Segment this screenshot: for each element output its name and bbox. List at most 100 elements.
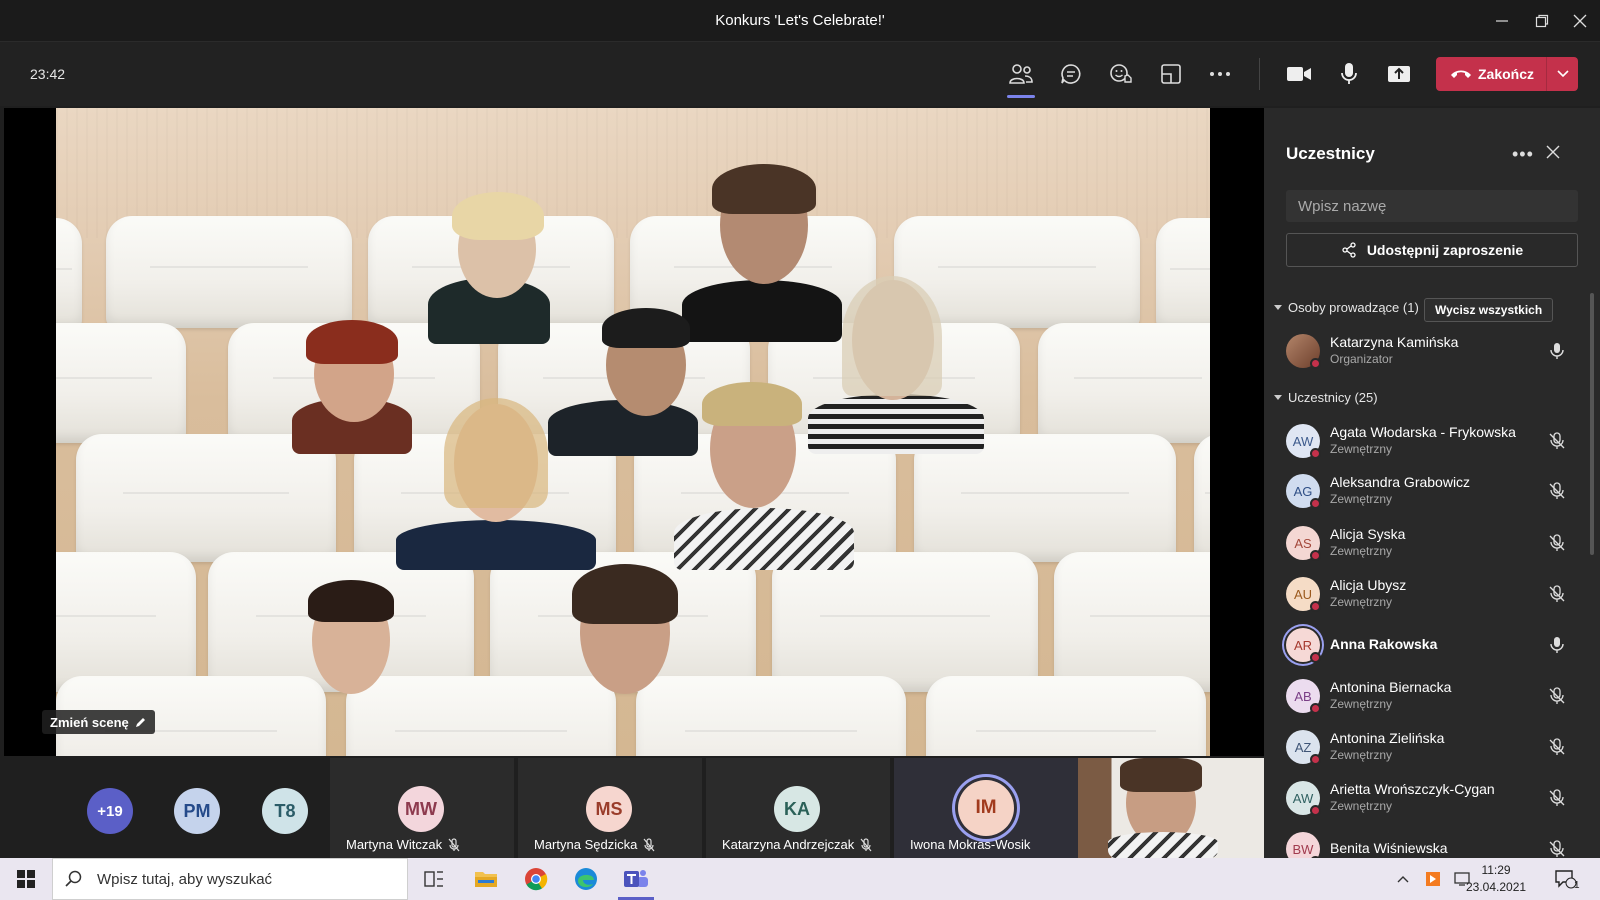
teams-icon[interactable] xyxy=(614,862,658,900)
overflow-participants-button[interactable]: +19 xyxy=(87,788,133,834)
panel-scrollbar[interactable] xyxy=(1590,293,1594,555)
share-invite-button[interactable]: Udostępnij zaproszenie xyxy=(1286,233,1578,267)
avatar-initials: AS xyxy=(1294,535,1312,551)
participant-hair xyxy=(452,192,544,240)
meeting-toolbar: 23:42 Zakończ xyxy=(0,42,1600,106)
taskbar-search-placeholder: Wpisz tutaj, aby wyszukać xyxy=(97,870,273,888)
participant-tile[interactable]: KA Katarzyna Andrzejczak xyxy=(706,758,890,858)
mic-off-icon xyxy=(1549,840,1565,857)
camera-icon[interactable] xyxy=(1279,56,1319,92)
participant-hair xyxy=(602,308,690,348)
participant-row[interactable]: AW Arietta Wrońszczyk-Cygan Zewnętrzny xyxy=(1286,777,1586,827)
seat xyxy=(56,218,82,330)
notification-count: 1 xyxy=(1574,880,1580,891)
seat xyxy=(56,552,196,692)
close-window-icon[interactable] xyxy=(1562,8,1598,34)
chevron-down-icon[interactable] xyxy=(1546,57,1578,91)
participant-role: Zewnętrzny xyxy=(1330,492,1393,506)
chrome-icon[interactable] xyxy=(514,862,558,896)
restore-icon[interactable] xyxy=(1524,8,1560,34)
self-video-tile[interactable] xyxy=(1078,758,1264,858)
share-icon[interactable] xyxy=(1379,56,1419,92)
participant-row-organizer[interactable]: Katarzyna Kamińska Organizator xyxy=(1286,330,1586,380)
participant-row[interactable]: AB Antonina Biernacka Zewnętrzny xyxy=(1286,675,1586,725)
participant-name: Anna Rakowska xyxy=(1330,636,1438,652)
seat xyxy=(56,323,186,443)
participant-tile-name: Martyna Sędzicka xyxy=(534,837,655,852)
end-call-button[interactable]: Zakończ xyxy=(1436,57,1578,91)
minimize-icon[interactable] xyxy=(1484,8,1520,34)
participant-name: Martyna Witczak xyxy=(346,837,443,852)
participant-name: Alicja Syska xyxy=(1330,526,1406,542)
seat xyxy=(772,552,1038,692)
avatar[interactable]: PM xyxy=(174,788,220,834)
notification-center-icon[interactable]: 1 xyxy=(1548,862,1584,896)
participant-row[interactable]: AR Anna Rakowska xyxy=(1286,624,1586,674)
seat xyxy=(1038,323,1210,443)
avatar[interactable]: T8 xyxy=(262,788,308,834)
close-icon[interactable] xyxy=(1546,142,1560,165)
participant-row[interactable]: BW Benita Wiśniewska xyxy=(1286,828,1586,858)
taskbar-search-box[interactable]: Wpisz tutaj, aby wyszukać xyxy=(52,858,408,900)
participant-row[interactable]: AG Aleksandra Grabowicz Zewnętrzny xyxy=(1286,470,1586,520)
avatar: MW xyxy=(398,786,444,832)
participant-hair xyxy=(702,382,802,426)
avatar-initials: AU xyxy=(1293,586,1313,602)
attendees-section-toggle[interactable]: Uczestnicy (25) xyxy=(1274,390,1378,405)
participant-row[interactable]: AW Agata Włodarska - Frykowska Zewnętrzny xyxy=(1286,420,1586,470)
avatar xyxy=(1286,334,1321,369)
participants-icon[interactable] xyxy=(1001,56,1041,98)
mic-off-icon xyxy=(1549,432,1565,449)
mic-off-icon xyxy=(1549,585,1565,602)
window-title: Konkurs 'Let's Celebrate!' xyxy=(715,12,885,29)
taskbar-clock[interactable]: 11:29 23.04.2021 xyxy=(1466,862,1526,896)
share-link-icon xyxy=(1342,242,1356,258)
chevron-up-icon[interactable] xyxy=(1388,862,1418,896)
participant-tile[interactable]: MW Martyna Witczak xyxy=(330,758,514,858)
change-scene-button[interactable]: Zmień scenę xyxy=(42,710,155,734)
chevron-down-icon xyxy=(1274,394,1282,400)
avatar: AG xyxy=(1286,474,1321,509)
seat xyxy=(926,676,1206,756)
participant-name: Agata Włodarska - Frykowska xyxy=(1330,424,1516,440)
windows-start-icon[interactable] xyxy=(4,862,48,896)
task-view-icon[interactable] xyxy=(412,862,456,896)
seat xyxy=(1194,434,1210,562)
edge-icon[interactable] xyxy=(564,862,608,896)
participant-hair xyxy=(572,564,678,624)
participant-body xyxy=(808,394,984,454)
participant-tile[interactable]: IM Iwona Mokras-Wosik xyxy=(894,758,1078,858)
participant-name: Iwona Mokras-Wosik xyxy=(910,837,1031,852)
seat xyxy=(1054,552,1210,692)
panel-more-icon[interactable]: ••• xyxy=(1512,144,1534,165)
presenters-section-label: Osoby prowadzące (1) xyxy=(1288,300,1419,315)
participant-role: Zewnętrzny xyxy=(1330,799,1393,813)
mic-off-icon xyxy=(1549,482,1565,499)
tray-app-icon[interactable] xyxy=(1418,862,1448,896)
participant-tile[interactable]: MS Martyna Sędzicka xyxy=(518,758,702,858)
avatar: AU xyxy=(1286,577,1321,612)
avatar: AS xyxy=(1286,526,1321,561)
participant-strip: +19 PM T8 MW Martyna Witczak MS Martyna … xyxy=(0,758,1264,858)
mic-off-icon xyxy=(1549,789,1565,806)
microphone-icon[interactable] xyxy=(1329,56,1369,92)
participant-body xyxy=(674,508,854,570)
chat-icon[interactable] xyxy=(1051,56,1091,92)
reactions-icon[interactable] xyxy=(1101,56,1141,92)
hangup-icon xyxy=(1451,70,1471,78)
participant-hair xyxy=(444,398,548,508)
rooms-icon[interactable] xyxy=(1151,56,1191,92)
participant-search-input[interactable] xyxy=(1286,190,1578,222)
more-icon[interactable] xyxy=(1200,56,1240,92)
mute-all-button[interactable]: Wycisz wszystkich xyxy=(1424,298,1554,322)
windows-taskbar: Wpisz tutaj, aby wyszukać 11:29 23.04.20… xyxy=(0,858,1600,900)
participant-row[interactable]: AU Alicja Ubysz Zewnętrzny xyxy=(1286,573,1586,623)
participant-row[interactable]: AZ Antonina Zielińska Zewnętrzny xyxy=(1286,726,1586,776)
participants-panel: Uczestnicy ••• Udostępnij zaproszenie Os… xyxy=(1264,108,1600,858)
presenters-section-toggle[interactable]: Osoby prowadzące (1) xyxy=(1274,300,1419,315)
participant-hair xyxy=(308,580,394,622)
panel-title: Uczestnicy xyxy=(1286,144,1375,163)
taskbar-time: 11:29 xyxy=(1481,863,1511,877)
file-explorer-icon[interactable] xyxy=(464,862,508,896)
participant-row[interactable]: AS Alicja Syska Zewnętrzny xyxy=(1286,522,1586,572)
